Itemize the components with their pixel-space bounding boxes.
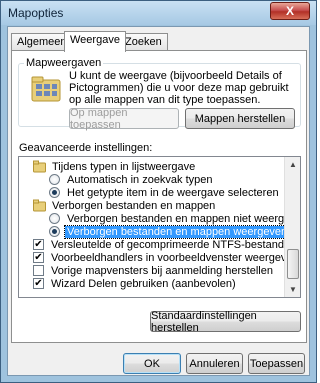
button-label: Toepassen bbox=[249, 357, 304, 370]
tree-radio-item[interactable]: Het getypte item in de weergave selecter… bbox=[49, 186, 300, 199]
button-label: Op mappen toepassen bbox=[70, 106, 128, 131]
tree-radio-item-selected[interactable]: Verborgen bestanden en mappen weergeven bbox=[49, 224, 300, 239]
tree-item-label: Automatisch in zoekvak typen bbox=[67, 173, 213, 186]
tree-check-item[interactable]: Vorige mapvensters bij aanmelding herste… bbox=[33, 264, 293, 277]
folder-icon bbox=[33, 160, 46, 173]
checkbox-checked[interactable]: ✔ bbox=[33, 278, 44, 289]
group-label: Mapweergaven bbox=[24, 57, 104, 69]
tab-label: Weergave bbox=[70, 34, 120, 46]
ok-button[interactable]: OK bbox=[123, 353, 181, 374]
tree-item-label: Versleutelde of gecomprimeerde NTFS-best… bbox=[51, 238, 300, 251]
cancel-button[interactable]: Annuleren bbox=[186, 353, 243, 374]
folder-options-window: Mapopties X Algemeen Weergave Zoeken Map… bbox=[0, 0, 317, 383]
advanced-settings-tree[interactable]: Tijdens typen in lijstweergave Automatis… bbox=[18, 156, 301, 298]
tree-radio-item[interactable]: Automatisch in zoekvak typen bbox=[49, 173, 300, 186]
window-title: Mapopties bbox=[8, 6, 64, 20]
button-label: OK bbox=[144, 357, 160, 370]
folder-icon bbox=[33, 199, 46, 212]
radio-button[interactable] bbox=[49, 174, 60, 185]
tree-check-item[interactable]: ✔ Wizard Delen gebruiken (aanbevolen) bbox=[33, 277, 293, 290]
tree-item-label: Verborgen bestanden en mappen weergeven bbox=[63, 224, 291, 239]
tree-item-label: Vorige mapvensters bij aanmelding herste… bbox=[51, 264, 273, 277]
checkbox-unchecked[interactable] bbox=[33, 265, 44, 276]
titlebar[interactable]: Mapopties X bbox=[1, 1, 316, 25]
radio-button[interactable] bbox=[49, 213, 60, 224]
tab-label: Algemeen bbox=[17, 36, 67, 48]
tab-search[interactable]: Zoeken bbox=[119, 33, 168, 51]
tree-item-label: Wizard Delen gebruiken (aanbevolen) bbox=[51, 277, 236, 290]
tree-item-label: Verborgen bestanden en mappen bbox=[52, 199, 216, 212]
scroll-down-icon[interactable]: ▼ bbox=[285, 282, 300, 297]
apply-to-folders-button[interactable]: Op mappen toepassen bbox=[69, 106, 179, 131]
folder-views-description: U kunt de weergave (bijvoorbeeld Details… bbox=[69, 70, 289, 106]
radio-button-checked[interactable] bbox=[49, 187, 60, 198]
view-tab-panel: Mapweergaven U kunt de weergave (bijvoor… bbox=[11, 50, 307, 343]
folder-views-icon bbox=[31, 76, 61, 102]
tree-check-item[interactable]: ✔ Voorbeeldhandlers in voorbeeldvenster … bbox=[33, 251, 299, 264]
close-button[interactable]: X bbox=[270, 2, 310, 20]
checkbox-checked[interactable]: ✔ bbox=[33, 252, 44, 263]
button-label: Standaardinstellingen herstellen bbox=[151, 309, 257, 334]
advanced-settings-label: Geavanceerde instellingen: bbox=[19, 142, 153, 154]
vertical-scrollbar[interactable]: ▲ ▼ bbox=[284, 157, 300, 297]
tree-item-label: Tijdens typen in lijstweergave bbox=[52, 160, 196, 173]
restore-defaults-button[interactable]: Standaardinstellingen herstellen bbox=[150, 309, 301, 334]
checkbox-checked[interactable]: ✔ bbox=[33, 239, 44, 250]
radio-button-checked[interactable] bbox=[49, 226, 60, 237]
tree-item-label: Voorbeeldhandlers in voorbeeldvenster we… bbox=[51, 251, 299, 264]
dialog-client: Algemeen Weergave Zoeken Mapweergaven U … bbox=[7, 26, 310, 376]
tab-view[interactable]: Weergave bbox=[64, 31, 126, 52]
tab-label: Zoeken bbox=[125, 36, 162, 48]
button-label: Annuleren bbox=[189, 357, 240, 370]
tree-check-item[interactable]: ✔ Versleutelde of gecomprimeerde NTFS-be… bbox=[33, 238, 300, 251]
tree-item-label: Het getypte item in de weergave selecter… bbox=[67, 186, 279, 199]
close-icon: X bbox=[285, 4, 294, 18]
scroll-up-icon[interactable]: ▲ bbox=[285, 157, 300, 172]
reset-folders-button[interactable]: Mappen herstellen bbox=[185, 108, 295, 129]
tree-folder[interactable]: Tijdens typen in lijstweergave bbox=[33, 160, 293, 173]
button-label: Mappen herstellen bbox=[194, 112, 286, 125]
tree-radio-item[interactable]: Verborgen bestanden en mappen niet weerg… bbox=[49, 212, 301, 225]
tree-folder[interactable]: Verborgen bestanden en mappen bbox=[33, 199, 293, 212]
apply-button[interactable]: Toepassen bbox=[248, 353, 305, 374]
folder-views-group: Mapweergaven U kunt de weergave (bijvoor… bbox=[18, 57, 301, 131]
tree-item-label: Verborgen bestanden en mappen niet weerg… bbox=[67, 212, 301, 225]
scroll-thumb[interactable] bbox=[287, 249, 299, 279]
